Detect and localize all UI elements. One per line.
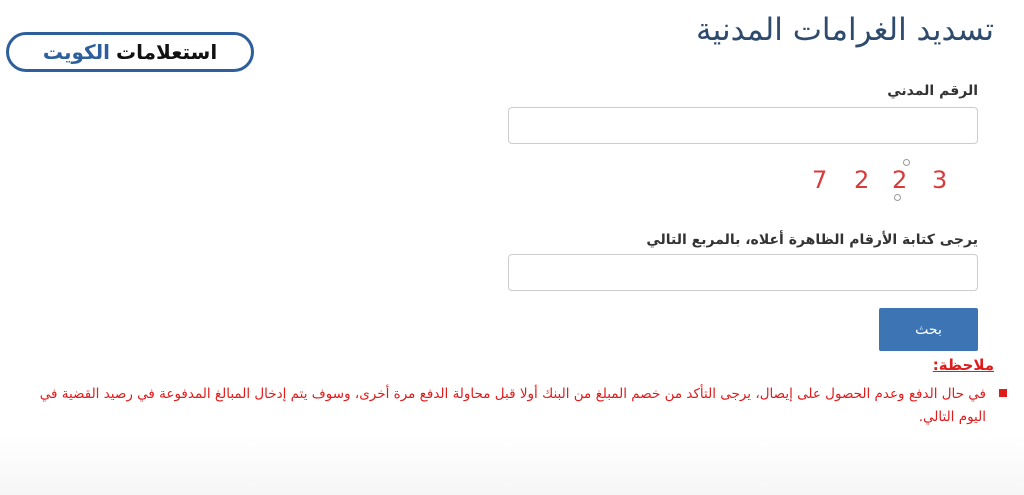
page-title: تسديد الغرامات المدنية — [696, 12, 994, 48]
civil-id-input[interactable] — [508, 107, 978, 144]
captcha-digit: 2 — [854, 166, 870, 194]
page-bottom-gradient — [0, 435, 1024, 495]
civil-id-label: الرقم المدني — [887, 83, 978, 99]
captcha-input[interactable] — [508, 254, 978, 291]
note-bullet-icon — [999, 389, 1007, 397]
note-text: في حال الدفع وعدم الحصول على إيصال، يرجى… — [39, 386, 986, 425]
logo-text-inquiries: استعلامات — [116, 40, 218, 64]
search-button[interactable]: بحث — [879, 308, 978, 351]
captcha-image: 7 2 2 3 — [800, 154, 960, 206]
captcha-digit: 2 — [892, 166, 908, 194]
note-heading: ملاحظة: — [932, 356, 994, 374]
site-logo[interactable]: استعلامات الكويت — [6, 32, 254, 72]
captcha-digit: 7 — [812, 166, 828, 194]
captcha-prompt-label: يرجى كتابة الأرقام الظاهرة أعلاه، بالمرب… — [646, 232, 978, 248]
logo-text-kuwait: الكويت — [42, 40, 111, 64]
captcha-digit: 3 — [932, 166, 948, 194]
captcha-noise-dot — [894, 194, 901, 201]
captcha-noise-dot — [903, 159, 910, 166]
